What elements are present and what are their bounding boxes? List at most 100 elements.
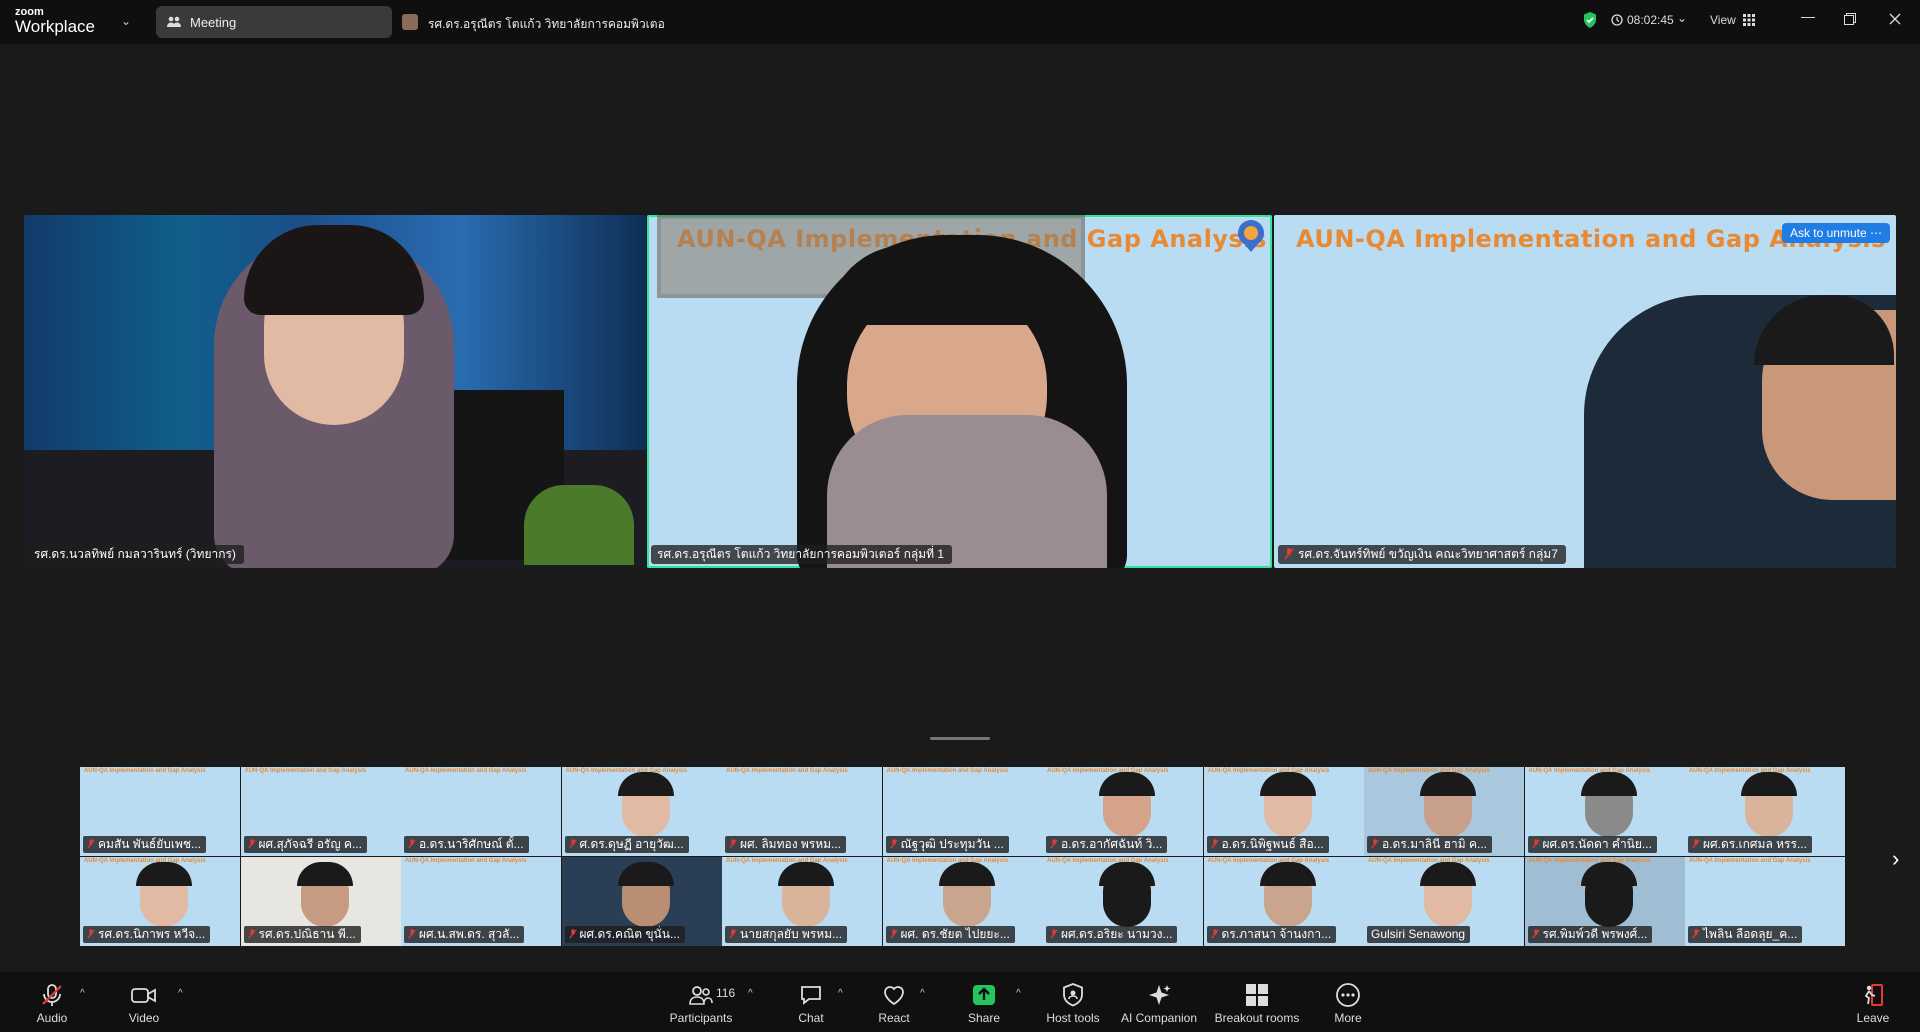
participant-thumbnail[interactable]: AUN-QA Implementation and Gap Analysis ผศ…: [882, 857, 1043, 946]
participant-thumbnail[interactable]: AUN-QA Implementation and Gap Analysis อ.…: [401, 767, 561, 856]
chevron-up-icon[interactable]: ^: [80, 988, 85, 999]
participant-name: ณัฐวุฒิ ประทุมวัน ...: [900, 837, 1004, 851]
resize-handle[interactable]: [930, 737, 990, 740]
participant-name-tag: รศ.พิมพ์วดี พรพงศ์...: [1527, 926, 1653, 943]
participant-thumbnail[interactable]: AUN-QA Implementation and Gap Analysis รศ…: [1524, 857, 1685, 946]
grid-icon[interactable]: [1743, 14, 1755, 26]
participant-thumbnail[interactable]: AUN-QA Implementation and Gap Analysis อ.…: [1364, 767, 1524, 856]
host-tools-button[interactable]: Host tools: [1042, 982, 1104, 1025]
participant-name: ผศ.น.สพ.ดร. สุวลั...: [419, 927, 520, 941]
participant-name-tag: ผศ.ดร.เกศมล หรร...: [1688, 836, 1812, 853]
chevron-right-icon[interactable]: ›: [1892, 846, 1899, 872]
participant-name-tag: อ.ดร.อากัศฉันท์ วิ...: [1046, 836, 1168, 853]
emblem-icon: [1238, 220, 1264, 252]
leave-button[interactable]: Leave: [1856, 982, 1890, 1025]
participant-name-tag: ไพลิน ลือดลุย_ค...: [1688, 926, 1803, 943]
audio-button[interactable]: Audio: [34, 982, 70, 1025]
slide-title: AUN-QA Implementation and Gap Analysis: [726, 768, 848, 774]
video-button[interactable]: Video: [126, 982, 162, 1025]
participant-thumbnail[interactable]: AUN-QA Implementation and Gap Analysis ศ.…: [561, 767, 722, 856]
participant-name-tag: รศ.ดร.ปณิธาน พี...: [243, 926, 361, 943]
participant-thumbnail[interactable]: AUN-QA Implementation and Gap Analysis นา…: [722, 857, 882, 946]
participant-thumbnail[interactable]: AUN-QA Implementation and Gap Analysis ผศ…: [1524, 767, 1685, 856]
muted-mic-icon: [889, 839, 898, 849]
ai-companion-label: AI Companion: [1120, 1011, 1198, 1025]
more-button[interactable]: More: [1334, 982, 1362, 1025]
slide-title: AUN-QA Implementation and Gap Analysis: [1207, 858, 1330, 864]
participant-thumbnail[interactable]: AUN-QA Implementation and Gap Analysis รศ…: [80, 857, 240, 946]
muted-mic-icon: [1692, 929, 1700, 939]
react-button[interactable]: React: [876, 982, 912, 1025]
participant-name: ผศ.ดร.เกศมล หรร...: [1703, 837, 1807, 851]
participant-name-tag: ผศ.ดร.อริยะ นามวง...: [1046, 926, 1178, 943]
participants-label: Participants: [669, 1011, 733, 1025]
slide-title: AUN-QA Implementation and Gap Analysis: [84, 858, 206, 864]
tab-meeting-label: Meeting: [190, 15, 237, 30]
muted-mic-icon: [1050, 929, 1058, 939]
participant-name: ผศ.ดร.อริยะ นามวง...: [1061, 927, 1173, 941]
slide-title: AUN-QA Implementation and Gap Analysis: [244, 768, 367, 774]
chevron-down-icon[interactable]: ⌄: [1677, 11, 1687, 25]
muted-mic-icon: [1371, 839, 1379, 849]
breakout-rooms-button[interactable]: Breakout rooms: [1212, 982, 1302, 1025]
chat-button[interactable]: Chat: [794, 982, 828, 1025]
participant-thumbnail[interactable]: AUN-QA Implementation and Gap Analysis อ.…: [1203, 767, 1364, 856]
ask-to-unmute-button[interactable]: Ask to unmute ⋯: [1781, 223, 1890, 243]
muted-mic-icon: [729, 929, 737, 939]
muted-mic-icon: [1692, 839, 1700, 849]
participant-name: รศ.พิมพ์วดี พรพงศ์...: [1542, 927, 1648, 941]
view-button[interactable]: View: [1710, 13, 1736, 27]
video-tile-speaker-3[interactable]: AUN-QA Implementation and Gap Analysis A…: [1274, 215, 1896, 568]
participant-thumbnail[interactable]: AUN-QA Implementation and Gap Analysis ผศ…: [722, 767, 882, 856]
app-logo[interactable]: zoom Workplace: [15, 7, 95, 36]
restore-icon[interactable]: [1844, 13, 1856, 25]
participant-thumbnail[interactable]: AUN-QA Implementation and Gap Analysis อ.…: [1043, 767, 1203, 856]
tab-meeting[interactable]: Meeting: [156, 6, 392, 38]
participant-thumbnail[interactable]: AUN-QA Implementation and Gap Analysis ผศ…: [1043, 857, 1203, 946]
muted-mic-icon: [568, 929, 577, 939]
avatar: [402, 14, 418, 30]
participant-thumbnail[interactable]: AUN-QA Implementation and Gap Analysis คม…: [80, 767, 240, 856]
slide-title: AUN-QA Implementation and Gap Analysis: [405, 768, 527, 774]
participant-name-tag: รศ.ดร.จันทร์ทิพย์ ขวัญเงิน คณะวิทยาศาสตร…: [1278, 545, 1566, 564]
ai-companion-button[interactable]: AI Companion: [1118, 982, 1200, 1025]
chevron-up-icon[interactable]: ^: [1016, 988, 1021, 999]
chevron-up-icon[interactable]: ^: [920, 988, 925, 999]
chevron-up-icon[interactable]: ^: [748, 988, 753, 999]
participant-thumbnail[interactable]: ผศ.ดร.คณิต ขุนั่น...: [561, 857, 722, 946]
participant-name-tag: ผศ.ดร.นัดดา คำนิย...: [1527, 836, 1657, 853]
participant-name-tag: ผศ.น.สพ.ดร. สุวลั...: [404, 926, 525, 943]
participant-thumbnail[interactable]: AUN-QA Implementation and Gap Analysis ดร…: [1203, 857, 1364, 946]
chevron-down-icon[interactable]: ⌄: [121, 14, 131, 28]
muted-mic-icon: [1210, 929, 1219, 939]
slide-title: AUN-QA Implementation and Gap Analysis: [565, 768, 688, 774]
muted-mic-icon: [247, 839, 256, 849]
participant-thumbnail[interactable]: รศ.ดร.ปณิธาน พี...: [240, 857, 401, 946]
video-tile-speaker-1[interactable]: รศ.ดร.นวลทิพย์ กมลวารินทร์ (วิทยากร): [24, 215, 646, 568]
participant-thumbnail[interactable]: AUN-QA Implementation and Gap Analysis ณั…: [882, 767, 1043, 856]
clock-icon: [1611, 14, 1623, 26]
participant-thumbnail[interactable]: AUN-QA Implementation and Gap Analysis ไพ…: [1685, 857, 1845, 946]
muted-mic-icon: [1210, 839, 1219, 849]
minimize-icon[interactable]: —: [1801, 8, 1815, 24]
close-icon[interactable]: [1889, 13, 1901, 25]
video-tile-active-speaker[interactable]: AUN-QA Implementation and Gap Analysis ร…: [647, 215, 1272, 568]
participant-name: ดร.ภาสนา จ้านงกา...: [1221, 927, 1332, 941]
participant-thumbnail[interactable]: AUN-QA Implementation and Gap Analysis ผศ…: [240, 767, 401, 856]
shield-check-icon[interactable]: [1582, 11, 1598, 29]
participant-name-tag: นายสกุลยับ พรหม...: [725, 926, 848, 943]
chevron-up-icon[interactable]: ^: [838, 988, 843, 999]
participant-thumbnail[interactable]: AUN-QA Implementation and Gap Analysis ผศ…: [1685, 767, 1845, 856]
participant-thumbnails: AUN-QA Implementation and Gap Analysis คม…: [80, 767, 1845, 947]
heart-icon: [884, 986, 904, 1006]
muted-mic-icon: [408, 929, 416, 939]
participant-thumbnail[interactable]: AUN-QA Implementation and Gap Analysis ผศ…: [401, 857, 561, 946]
chevron-up-icon[interactable]: ^: [178, 988, 183, 999]
leave-label: Leave: [1856, 1011, 1890, 1025]
participant-thumbnail[interactable]: AUN-QA Implementation and Gap Analysis Gu…: [1364, 857, 1524, 946]
participant-name: นายสกุลยับ พรหม...: [740, 927, 843, 941]
slide-title: AUN-QA Implementation and Gap Analysis: [84, 768, 206, 774]
slide-title: AUN-QA Implementation and Gap Analysis: [1528, 768, 1651, 774]
share-button[interactable]: Share: [964, 982, 1004, 1025]
host-tools-label: Host tools: [1046, 1011, 1100, 1025]
